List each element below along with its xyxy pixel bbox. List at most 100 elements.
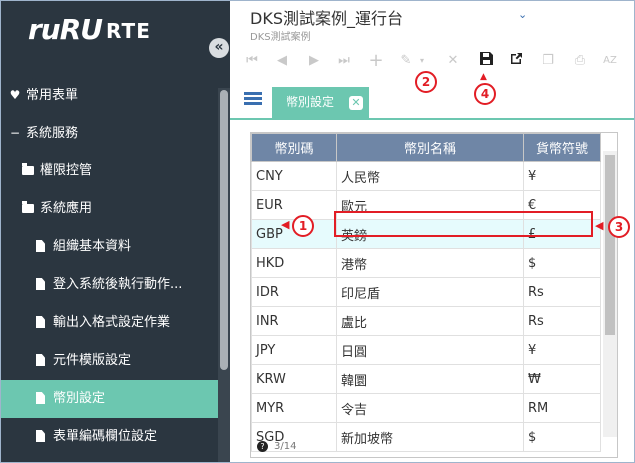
cell-name[interactable]: 令吉: [336, 393, 524, 423]
table-header-row: 幣別碼 幣別名稱 貨幣符號: [251, 133, 601, 162]
sort-button[interactable]: AZ: [600, 52, 620, 70]
document-icon: [36, 430, 45, 442]
sidebar-item-system-apps[interactable]: 系統應用: [0, 190, 218, 228]
column-header-name[interactable]: 幣別名稱: [336, 133, 524, 162]
cell-code[interactable]: CNY: [251, 161, 337, 191]
table-row[interactable]: INR 盧比 Rs: [251, 306, 601, 336]
sidebar-item-label: 幣別設定: [53, 391, 106, 406]
tab-currency-settings[interactable]: 幣別設定 ✕: [272, 87, 369, 118]
sidebar-item-label: 權限控管: [40, 163, 93, 178]
sidebar-item-currency-settings[interactable]: 幣別設定: [0, 380, 218, 418]
external-link-icon: [510, 53, 522, 64]
table-row[interactable]: CNY 人民幣 ¥: [251, 161, 601, 191]
table-row[interactable]: KRW 韓圜 ₩: [251, 364, 601, 394]
last-record-button[interactable]: ⏭: [334, 52, 354, 70]
sidebar-item-label: 系統應用: [40, 201, 93, 216]
cell-name[interactable]: 韓圜: [336, 364, 524, 394]
toolbar: ⏮ ◀ ▶ ⏭ + ✎ ▾ ✕ ❐ ⎙ AZ: [230, 48, 635, 74]
cancel-button[interactable]: ✕: [443, 52, 463, 70]
sidebar-item-label: 組織基本資料: [53, 239, 132, 254]
sidebar-item-label: 元件模版設定: [53, 353, 132, 368]
sidebar-item-favorites[interactable]: ♥ 常用表單: [0, 76, 218, 114]
sidebar-item-label: 登入系統後執行動作...: [53, 277, 183, 292]
first-record-button[interactable]: ⏮: [242, 52, 262, 70]
cell-code[interactable]: IDR: [251, 277, 337, 307]
page-subtitle: DKS測試案例: [250, 32, 311, 43]
sidebar-scrollbar-thumb[interactable]: [220, 90, 228, 370]
tab-label: 幣別設定: [286, 95, 335, 109]
logo-text-main: ruRU: [28, 12, 103, 46]
table-row[interactable]: JPY 日圓 ¥: [251, 335, 601, 365]
cell-code[interactable]: JPY: [251, 335, 337, 365]
annotation-marker-3: 3: [608, 216, 630, 238]
hamburger-menu-icon[interactable]: [244, 92, 262, 106]
cell-code[interactable]: INR: [251, 306, 337, 336]
prev-record-button[interactable]: ◀: [272, 52, 292, 70]
close-icon[interactable]: ✕: [349, 96, 363, 110]
app-logo: ruRU RTE: [28, 12, 151, 46]
sidebar-item-label: 常用表單: [26, 88, 79, 103]
document-icon: [36, 240, 45, 252]
cell-code[interactable]: HKD: [251, 248, 337, 278]
column-header-symbol[interactable]: 貨幣符號: [523, 133, 601, 162]
arrow-left-icon: ◀: [281, 218, 290, 231]
annotation-marker-2: 2: [415, 71, 437, 93]
sidebar-item-org-data[interactable]: 組織基本資料: [0, 228, 218, 266]
minus-icon: −: [9, 126, 21, 140]
cell-code[interactable]: KRW: [251, 364, 337, 394]
cell-code[interactable]: MYR: [251, 393, 337, 423]
heart-icon: ♥: [9, 88, 21, 102]
sidebar: ruRU RTE « ♥ 常用表單 − 系統服務 權限控管 系統應用 組織基本資料 …: [0, 0, 230, 463]
help-icon[interactable]: ?: [257, 441, 268, 452]
collapse-sidebar-button[interactable]: «: [209, 38, 229, 58]
copy-button[interactable]: ❐: [538, 52, 558, 70]
cell-code[interactable]: EUR: [251, 190, 337, 220]
cell-symbol[interactable]: $: [523, 248, 601, 278]
folder-icon: [22, 163, 34, 175]
chevron-down-icon[interactable]: ⌄: [518, 8, 527, 21]
table-row[interactable]: MYR 令吉 RM: [251, 393, 601, 423]
print-button[interactable]: ⎙: [570, 52, 590, 70]
arrow-left-icon: ◀: [595, 219, 604, 232]
grid-scrollbar-thumb[interactable]: [605, 155, 615, 335]
cell-name[interactable]: 港幣: [336, 248, 524, 278]
cell-symbol[interactable]: Rs: [523, 277, 601, 307]
record-position: 3/14: [274, 441, 297, 452]
sidebar-item-permissions[interactable]: 權限控管: [0, 152, 218, 190]
sidebar-item-post-login-actions[interactable]: 登入系統後執行動作...: [0, 266, 218, 304]
cell-name[interactable]: 盧比: [336, 306, 524, 336]
document-icon: [36, 392, 45, 404]
cell-name[interactable]: 印尼盾: [336, 277, 524, 307]
logo-text-sub: RTE: [106, 19, 151, 43]
sidebar-menu: ♥ 常用表單 − 系統服務 權限控管 系統應用 組織基本資料 登入系統後執行動作..…: [0, 76, 218, 456]
sidebar-item-label: 系統服務: [26, 126, 79, 141]
cell-symbol[interactable]: ₩: [523, 364, 601, 394]
cell-symbol[interactable]: ¥: [523, 161, 601, 191]
selected-row-highlight: [334, 211, 593, 237]
sidebar-item-io-format[interactable]: 輸出入格式設定作業: [0, 304, 218, 342]
sidebar-item-system-services[interactable]: − 系統服務: [0, 114, 218, 152]
table-row[interactable]: IDR 印尼盾 Rs: [251, 277, 601, 307]
cell-symbol[interactable]: RM: [523, 393, 601, 423]
add-button[interactable]: +: [366, 52, 386, 70]
annotation-marker-4: 4: [474, 83, 496, 105]
export-button[interactable]: [506, 52, 526, 70]
cell-name[interactable]: 日圓: [336, 335, 524, 365]
cell-symbol[interactable]: ¥: [523, 335, 601, 365]
sidebar-item-form-code-fields[interactable]: 表單編碼欄位設定: [0, 418, 218, 456]
currency-grid: 幣別碼 幣別名稱 貨幣符號 CNY 人民幣 ¥ EUR 歐元 € GBP 英鎊 …: [250, 132, 618, 458]
document-icon: [36, 278, 45, 290]
folder-icon: [22, 201, 34, 213]
sidebar-item-component-template[interactable]: 元件模版設定: [0, 342, 218, 380]
save-button[interactable]: [476, 52, 496, 70]
next-record-button[interactable]: ▶: [304, 52, 324, 70]
chevron-down-icon[interactable]: ▾: [412, 52, 432, 70]
grid-pager: ? 3/14: [251, 437, 603, 457]
sidebar-item-label: 輸出入格式設定作業: [53, 315, 171, 330]
table-row[interactable]: HKD 港幣 $: [251, 248, 601, 278]
currency-table: 幣別碼 幣別名稱 貨幣符號 CNY 人民幣 ¥ EUR 歐元 € GBP 英鎊 …: [251, 133, 601, 452]
document-icon: [36, 354, 45, 366]
cell-symbol[interactable]: Rs: [523, 306, 601, 336]
column-header-code[interactable]: 幣別碼: [251, 133, 337, 162]
cell-name[interactable]: 人民幣: [336, 161, 524, 191]
